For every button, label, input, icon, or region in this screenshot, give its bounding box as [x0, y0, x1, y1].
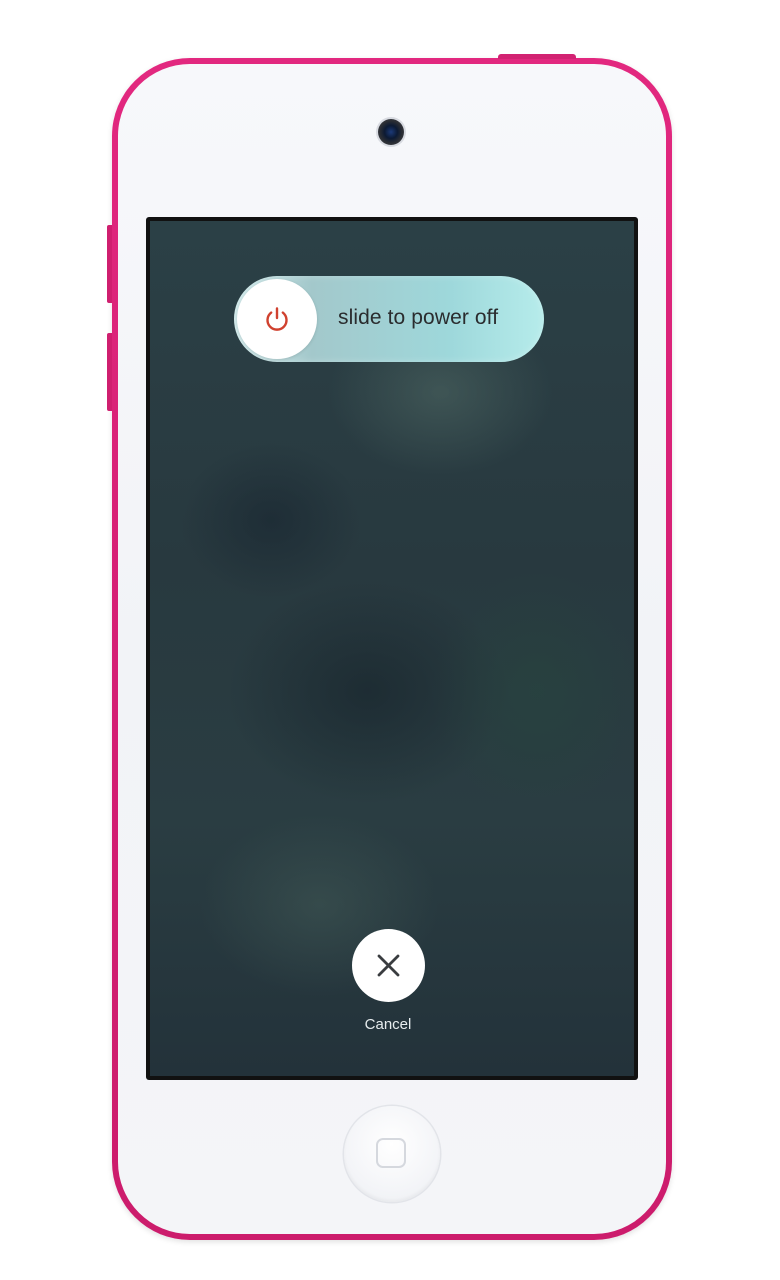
slider-label: slide to power off	[338, 306, 499, 329]
cancel-button[interactable]	[352, 929, 425, 1002]
power-slider-knob[interactable]	[237, 279, 317, 359]
front-camera-icon	[378, 119, 404, 145]
volume-down-button[interactable]	[107, 333, 112, 411]
power-off-slider[interactable]: slide to power off	[234, 276, 544, 362]
stage: slide to power off Cancel	[0, 0, 780, 1280]
volume-up-button[interactable]	[107, 225, 112, 303]
home-square-icon	[376, 1138, 406, 1168]
sleep-wake-button[interactable]	[498, 54, 576, 59]
close-icon	[377, 954, 400, 977]
power-icon	[266, 307, 288, 331]
cancel-label: Cancel	[364, 1016, 412, 1033]
home-button[interactable]	[344, 1106, 440, 1202]
